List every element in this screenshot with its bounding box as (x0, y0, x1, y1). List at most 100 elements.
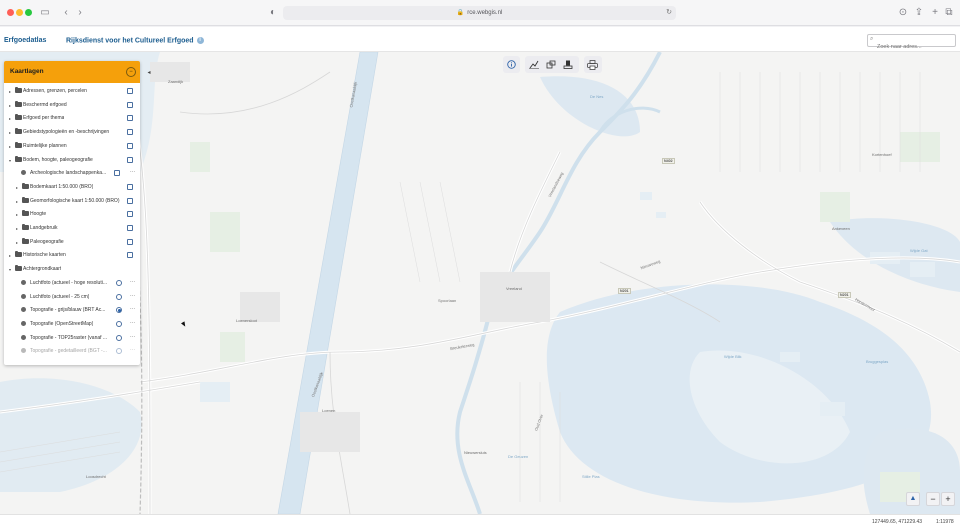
measure-area-button[interactable] (542, 57, 559, 72)
layer-row[interactable]: ▸ Gebiedstypologieën en -beschrijvingen (4, 126, 140, 139)
layer-label: Beschermd erfgoed (23, 101, 67, 108)
layer-checkbox[interactable] (127, 183, 133, 190)
layer-checkbox[interactable] (127, 129, 133, 136)
map-label: De Geuzen (508, 454, 529, 459)
address-search[interactable]: ⌕ (867, 34, 957, 53)
more-options-icon[interactable]: ··· (130, 279, 135, 285)
brand-title[interactable]: Erfgoedatlas (4, 37, 46, 44)
minimize-window-button[interactable] (16, 9, 23, 16)
layer-checkbox[interactable] (127, 225, 133, 231)
more-options-icon[interactable]: ··· (130, 306, 135, 312)
zoom-out-button[interactable]: − (926, 492, 940, 506)
layer-label: Topografie - TOP25raster (vanaf ... (30, 334, 108, 341)
caret-down-icon[interactable]: ▾ (9, 267, 11, 272)
layer-row[interactable]: ▸ Historische kaarten (4, 249, 140, 262)
search-input[interactable] (877, 41, 957, 53)
layer-row[interactable]: ▸ Landgebruik (4, 222, 140, 235)
layer-row[interactable]: ▸ Ruimtelijke plannen (4, 140, 140, 153)
layer-row[interactable]: ▸ Bodemkaart 1:50.000 (BRO) (4, 181, 140, 194)
layer-checkbox[interactable] (127, 252, 133, 259)
layer-row[interactable]: ▾ Bodem, hoogte, paleogeografie (4, 154, 140, 167)
layer-row[interactable]: Topografie - gedetailleerd (BGT -... ··· (4, 345, 140, 358)
map-canvas[interactable]: Zaandijk Oostkanaaldijk Oostkanaaldijk D… (0, 52, 960, 514)
layer-checkbox[interactable] (127, 156, 133, 163)
more-options-icon[interactable]: ··· (130, 334, 135, 340)
layer-row[interactable]: ▾ Achtergrondkaart (4, 263, 140, 276)
zoom-in-button[interactable]: + (941, 492, 955, 506)
caret-right-icon[interactable]: ▸ (9, 144, 11, 149)
layer-row[interactable]: ▸ Erfgoed per thema (4, 112, 140, 125)
basemap-radio[interactable] (116, 279, 122, 286)
basemap-radio[interactable] (116, 348, 122, 355)
layer-checkbox[interactable] (127, 238, 133, 245)
info-icon[interactable]: i (196, 37, 204, 44)
basemap-radio[interactable] (116, 293, 122, 300)
close-window-button[interactable] (7, 9, 14, 16)
layer-checkbox[interactable] (127, 197, 133, 204)
layer-label: Landgebruik (30, 225, 58, 231)
layer-row[interactable]: Topografie - TOP25raster (vanaf ... ··· (4, 332, 140, 345)
sidebar-toggle-icon[interactable]: ▭ (38, 6, 52, 20)
forward-arrow-icon[interactable]: › (76, 6, 84, 20)
layer-row[interactable]: Luchtfoto (actueel - hoge resoluti... ··· (4, 277, 140, 290)
layer-row[interactable]: Luchtfoto (actueel - 25 cm) ··· (4, 291, 140, 304)
layer-row[interactable]: ▸ Hoogte (4, 208, 140, 221)
layer-row[interactable]: ▸ Beschermd erfgoed (4, 99, 140, 112)
print-button[interactable] (584, 57, 601, 72)
tab-overview-icon[interactable]: ⧉ (944, 6, 954, 20)
map-label: Bruggesplas (866, 359, 889, 364)
layer-row[interactable]: ▸ Paleogeografie (4, 236, 140, 249)
caret-right-icon[interactable]: ▸ (9, 103, 11, 108)
print-icon (587, 59, 598, 70)
more-options-icon[interactable]: ··· (130, 169, 135, 175)
layer-checkbox[interactable] (127, 115, 133, 122)
collapse-panel-icon[interactable]: − (126, 67, 136, 77)
caret-right-icon[interactable]: ▸ (9, 89, 11, 94)
basemap-radio[interactable] (116, 320, 122, 327)
agency-title[interactable]: Rijksdienst voor het Cultureel Erfgoed i (66, 37, 204, 44)
caret-right-icon[interactable]: ▸ (16, 199, 18, 204)
caret-right-icon[interactable]: ▸ (16, 240, 18, 245)
download-icon[interactable]: ⊙ (898, 6, 908, 20)
map-label: Ankeveen (832, 226, 850, 231)
layer-stack-icon (21, 170, 26, 176)
layer-row[interactable]: ▸ Adressen, grenzen, percelen (4, 85, 140, 98)
address-bar[interactable]: 🔒 rce.webgis.nl ↻ (283, 6, 676, 20)
layer-row[interactable]: Topografie - grijs/blauw (BRT Ac... ··· (4, 304, 140, 317)
draw-button[interactable] (559, 57, 576, 72)
reload-icon[interactable]: ↻ (666, 6, 672, 20)
more-options-icon[interactable]: ··· (130, 320, 135, 326)
layer-checkbox[interactable] (114, 170, 120, 177)
map-label: De Nes (590, 94, 604, 99)
back-arrow-icon[interactable]: ‹ (62, 6, 70, 20)
new-tab-icon[interactable]: + (930, 6, 940, 20)
maximize-window-button[interactable] (25, 9, 32, 16)
layer-row[interactable]: Topografie (OpenStreetMap) ··· (4, 318, 140, 331)
info-tool-button[interactable] (503, 57, 520, 72)
layer-checkbox[interactable] (127, 142, 133, 149)
more-options-icon[interactable]: ··· (130, 347, 135, 353)
caret-right-icon[interactable]: ▸ (9, 116, 11, 121)
layer-checkbox[interactable] (127, 101, 133, 108)
layer-row[interactable]: Archeologische landschappenka... ··· (4, 167, 140, 180)
layer-panel: Kaartlagen − ▸ Adressen, grenzen, percele… (4, 61, 140, 365)
panel-toggle-chevron-icon[interactable]: ◂ (142, 68, 156, 79)
lock-icon: 🔒 (456, 10, 465, 16)
privacy-shield-icon[interactable]: ◐ (268, 6, 278, 20)
measure-line-button[interactable] (525, 57, 542, 72)
caret-down-icon[interactable]: ▾ (9, 158, 11, 163)
share-icon[interactable]: ⇪ (914, 6, 924, 20)
caret-right-icon[interactable]: ▸ (9, 130, 11, 135)
caret-right-icon[interactable]: ▸ (9, 253, 11, 258)
caret-right-icon[interactable]: ▸ (16, 185, 18, 190)
scale-readout[interactable]: 1:11978 (936, 519, 954, 525)
basemap-radio[interactable] (116, 334, 122, 341)
basemap-radio[interactable] (116, 307, 122, 314)
caret-right-icon[interactable]: ▸ (16, 226, 18, 231)
more-options-icon[interactable]: ··· (130, 293, 135, 299)
layer-checkbox[interactable] (127, 88, 133, 94)
north-arrow-button[interactable]: ▲ (906, 492, 920, 506)
layer-checkbox[interactable] (127, 211, 133, 218)
layer-row[interactable]: ▸ Geomorfologische kaart 1:50.000 (BRO) (4, 195, 140, 208)
caret-right-icon[interactable]: ▸ (16, 212, 18, 217)
